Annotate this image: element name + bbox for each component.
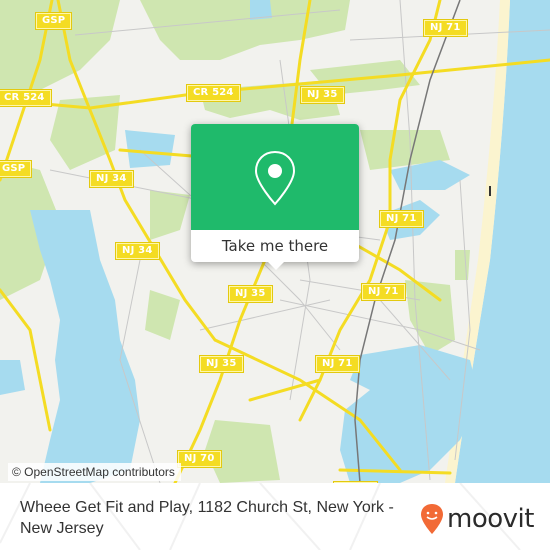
road-shield-nj70: NJ 70 <box>177 450 222 468</box>
road-shield-nj71: NJ 71 <box>361 283 406 301</box>
road-shield-nj71: NJ 71 <box>423 19 468 37</box>
moovit-wordmark: moovit <box>447 504 534 534</box>
map-view[interactable]: GSP GSP CR 524 CR 524 NJ 35 NJ 35 NJ 35 … <box>0 0 550 483</box>
road-shield-nj35: NJ 35 <box>199 355 244 373</box>
road-shield-nj35: NJ 35 <box>228 285 273 303</box>
location-popup[interactable]: Take me there <box>191 124 359 270</box>
location-pin-icon <box>254 150 296 206</box>
take-me-there-button[interactable]: Take me there <box>191 230 359 262</box>
popup-pointer <box>268 262 284 270</box>
road-shield-gsp: GSP <box>34 12 73 30</box>
moovit-logo[interactable]: moovit <box>420 503 534 535</box>
road-shield-nj35: NJ 35 <box>300 86 345 104</box>
road-shield-nj71: NJ 71 <box>379 210 424 228</box>
road-shield-cr524: CR 524 <box>0 89 52 107</box>
road-shield-nj71: NJ 71 <box>315 355 360 373</box>
place-title: Wheee Get Fit and Play, 1182 Church St, … <box>20 499 394 537</box>
road-shield-gsp: GSP <box>0 160 33 178</box>
road-shield-nj34: NJ 34 <box>115 242 160 260</box>
popup-header <box>191 124 359 230</box>
road-shield-nj34: NJ 34 <box>89 170 134 188</box>
map-attribution[interactable]: © OpenStreetMap contributors <box>8 463 181 481</box>
road-shield-cr524: CR 524 <box>186 84 241 102</box>
moovit-pin-icon <box>421 504 443 534</box>
